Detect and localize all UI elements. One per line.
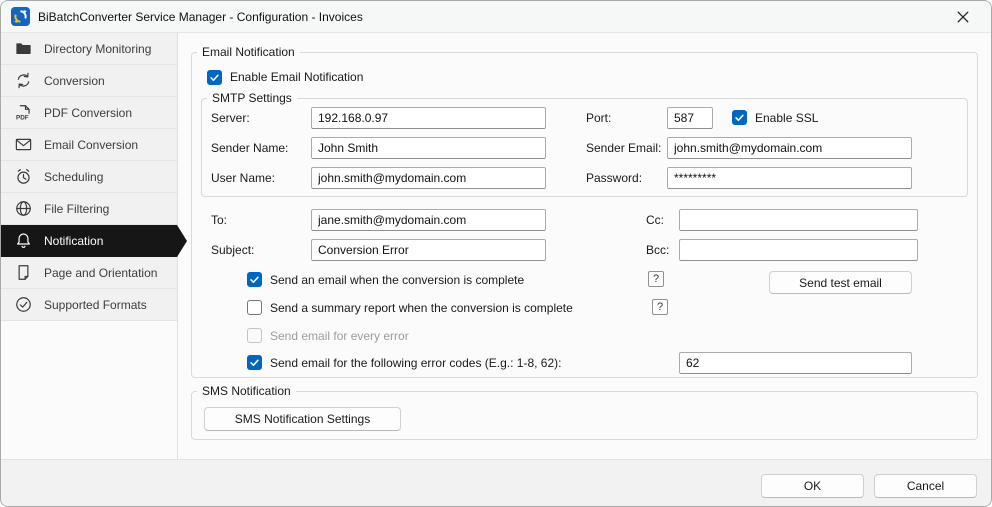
send-summary-label: Send a summary report when the conversio… bbox=[270, 297, 573, 319]
sidebar-item-label: File Filtering bbox=[44, 202, 109, 216]
subject-label: Subject: bbox=[211, 239, 254, 261]
sender-name-label: Sender Name: bbox=[211, 137, 288, 159]
sync-icon bbox=[14, 71, 33, 90]
envelope-icon bbox=[14, 135, 33, 154]
page-icon bbox=[14, 263, 33, 282]
bcc-input[interactable] bbox=[679, 239, 918, 261]
send-summary-help-button[interactable]: ? bbox=[652, 299, 668, 315]
sidebar-item-conversion[interactable]: Conversion bbox=[1, 65, 177, 97]
send-test-email-button[interactable]: Send test email bbox=[769, 271, 912, 294]
sidebar-item-scheduling[interactable]: Scheduling bbox=[1, 161, 177, 193]
error-codes-input[interactable] bbox=[679, 352, 912, 374]
password-input[interactable] bbox=[667, 167, 912, 189]
send-complete-checkbox[interactable] bbox=[247, 272, 262, 287]
send-summary-checkbox[interactable] bbox=[247, 300, 262, 315]
dialog-window: BiBatchConverter Service Manager - Confi… bbox=[0, 0, 992, 507]
server-input[interactable] bbox=[311, 107, 546, 129]
enable-ssl-label: Enable SSL bbox=[755, 107, 818, 129]
sidebar-item-supported-formats[interactable]: Supported Formats bbox=[1, 289, 177, 321]
sender-email-input[interactable] bbox=[667, 137, 912, 159]
title-bar: BiBatchConverter Service Manager - Confi… bbox=[1, 1, 991, 33]
sidebar-item-label: PDF Conversion bbox=[44, 106, 132, 120]
app-logo-icon bbox=[11, 7, 30, 26]
port-input[interactable] bbox=[667, 107, 713, 129]
sidebar-item-label: Email Conversion bbox=[44, 138, 138, 152]
server-label: Server: bbox=[211, 107, 250, 129]
sidebar-item-label: Directory Monitoring bbox=[44, 42, 151, 56]
sidebar-item-pdf-conversion[interactable]: PDF PDF Conversion bbox=[1, 97, 177, 129]
cancel-button[interactable]: Cancel bbox=[874, 474, 977, 498]
sidebar-item-label: Supported Formats bbox=[44, 298, 147, 312]
to-label: To: bbox=[211, 209, 227, 231]
folder-icon bbox=[14, 39, 33, 58]
check-circle-icon bbox=[14, 295, 33, 314]
sidebar-item-notification[interactable]: Notification bbox=[1, 225, 177, 257]
sms-notification-group-label: SMS Notification bbox=[197, 384, 296, 399]
smtp-settings-group-label: SMTP Settings bbox=[207, 91, 297, 106]
send-every-error-checkbox bbox=[247, 328, 262, 343]
pdf-file-icon: PDF bbox=[14, 103, 33, 122]
port-label: Port: bbox=[586, 107, 611, 129]
user-name-input[interactable] bbox=[311, 167, 546, 189]
sms-notification-settings-button[interactable]: SMS Notification Settings bbox=[204, 407, 401, 431]
sidebar-item-label: Conversion bbox=[44, 74, 105, 88]
close-icon[interactable] bbox=[943, 4, 983, 30]
sidebar-item-label: Page and Orientation bbox=[44, 266, 157, 280]
svg-text:PDF: PDF bbox=[16, 115, 29, 122]
send-complete-label: Send an email when the conversion is com… bbox=[270, 269, 524, 291]
alarm-clock-icon bbox=[14, 167, 33, 186]
to-input[interactable] bbox=[311, 209, 546, 231]
ok-button[interactable]: OK bbox=[761, 474, 864, 498]
sidebar: Directory Monitoring Conversion PDF PDF … bbox=[1, 33, 178, 461]
sidebar-item-file-filtering[interactable]: File Filtering bbox=[1, 193, 177, 225]
sender-name-input[interactable] bbox=[311, 137, 546, 159]
email-notification-group-label: Email Notification bbox=[197, 45, 300, 60]
subject-input[interactable] bbox=[311, 239, 546, 261]
send-complete-help-button[interactable]: ? bbox=[648, 271, 664, 287]
enable-ssl-checkbox[interactable] bbox=[732, 110, 747, 125]
sidebar-item-page-and-orientation[interactable]: Page and Orientation bbox=[1, 257, 177, 289]
bcc-label: Bcc: bbox=[646, 239, 669, 261]
send-every-error-label: Send email for every error bbox=[270, 325, 409, 347]
sidebar-item-directory-monitoring[interactable]: Directory Monitoring bbox=[1, 33, 177, 65]
sidebar-item-label: Notification bbox=[44, 234, 103, 248]
bell-icon bbox=[14, 231, 33, 250]
cc-input[interactable] bbox=[679, 209, 918, 231]
enable-email-notification-label: Enable Email Notification bbox=[230, 66, 363, 88]
password-label: Password: bbox=[586, 167, 642, 189]
sidebar-item-email-conversion[interactable]: Email Conversion bbox=[1, 129, 177, 161]
cc-label: Cc: bbox=[646, 209, 664, 231]
window-title: BiBatchConverter Service Manager - Confi… bbox=[38, 10, 363, 24]
send-error-codes-label: Send email for the following error codes… bbox=[270, 352, 561, 374]
user-name-label: User Name: bbox=[211, 167, 275, 189]
enable-email-notification-checkbox[interactable] bbox=[207, 70, 222, 85]
send-error-codes-checkbox[interactable] bbox=[247, 355, 262, 370]
sender-email-label: Sender Email: bbox=[586, 137, 661, 159]
sidebar-item-label: Scheduling bbox=[44, 170, 103, 184]
globe-icon bbox=[14, 199, 33, 218]
